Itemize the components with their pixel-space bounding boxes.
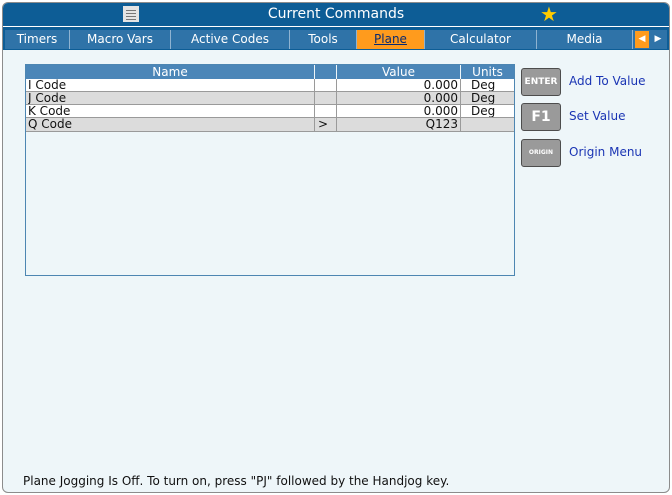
row-name: Q Code [28, 118, 72, 131]
column-header-name: Name [26, 65, 314, 79]
add-to-value-label: Add To Value [569, 74, 646, 88]
row-divider [26, 117, 514, 118]
tab-active-codes[interactable]: Active Codes [171, 30, 290, 49]
tab-bar: Timers Macro Vars Active Codes Tools Pla… [3, 26, 669, 50]
row-units [471, 118, 511, 131]
row-divider [26, 104, 514, 105]
column-divider [336, 79, 337, 131]
row-marker: > [318, 118, 329, 131]
tab-media[interactable]: Media [537, 30, 633, 49]
tab-macro-vars[interactable]: Macro Vars [70, 30, 171, 49]
plane-table: Name Value Units I Code 0.000 Deg J Code… [25, 64, 515, 276]
row-divider [26, 91, 514, 92]
tab-tools[interactable]: Tools [290, 30, 357, 49]
tab-scroll-controls: ◀ ▶ [633, 30, 667, 49]
scroll-left-icon[interactable]: ◀ [635, 31, 649, 48]
tab-calculator[interactable]: Calculator [425, 30, 537, 49]
star-icon[interactable]: ★ [540, 3, 558, 25]
row-value: Q123 [425, 118, 458, 131]
status-message: Plane Jogging Is Off. To turn on, press … [23, 474, 450, 488]
scroll-right-icon[interactable]: ▶ [651, 31, 665, 48]
column-header-marker [315, 65, 336, 79]
column-header-units: Units [461, 65, 514, 79]
title-bar: Current Commands ★ [3, 3, 669, 26]
column-divider [460, 79, 461, 131]
table-row[interactable]: Q Code > Q123 [26, 118, 514, 131]
set-value-label: Set Value [569, 109, 626, 123]
window-title: Current Commands [267, 6, 405, 22]
f1-key-button[interactable]: F1 [521, 103, 561, 131]
row-divider [26, 131, 514, 132]
origin-menu-label: Origin Menu [569, 145, 643, 159]
column-divider [314, 79, 315, 131]
tab-plane[interactable]: Plane [357, 30, 425, 49]
tab-timers[interactable]: Timers [5, 30, 70, 49]
origin-key-button[interactable]: ORIGIN [521, 139, 561, 167]
column-header-value: Value [337, 65, 460, 79]
enter-key-button[interactable]: ENTER [521, 68, 561, 96]
current-commands-window: Current Commands ★ Timers Macro Vars Act… [2, 2, 670, 493]
